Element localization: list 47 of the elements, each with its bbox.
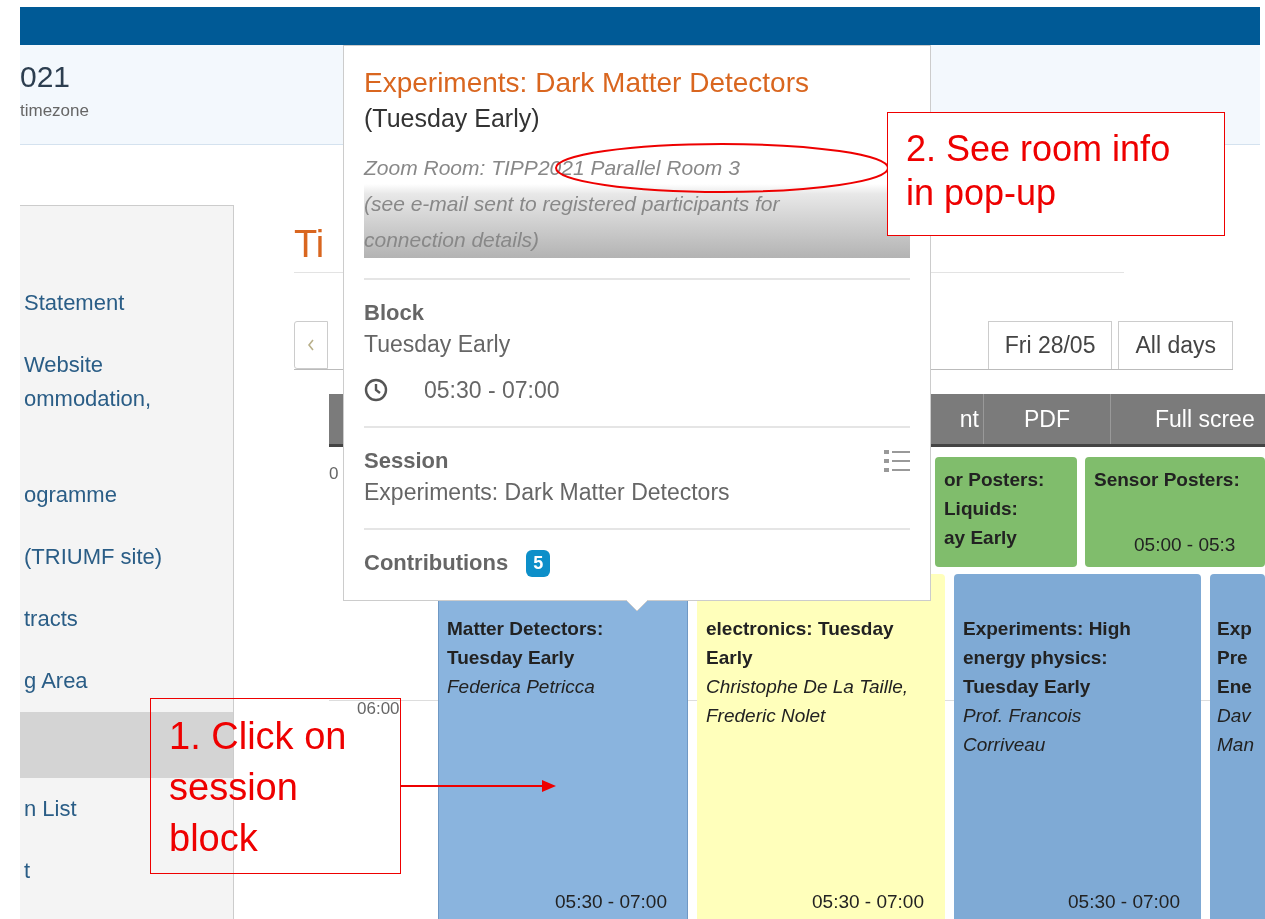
block-title: Exp Pre Ene: [1217, 617, 1253, 699]
poster-session-block[interactable]: Sensor Posters: 05:00 - 05:3: [1085, 457, 1265, 567]
block-title: Matter Detectors: Tuesday Early: [447, 617, 605, 670]
contributions-label: Contributions: [364, 549, 509, 577]
previous-day-button[interactable]: [294, 321, 328, 369]
clock-icon: [364, 378, 388, 402]
time-label: 06:00: [357, 699, 400, 719]
day-tab[interactable]: All days: [1118, 321, 1233, 369]
toolbar-button[interactable]: PDF: [983, 394, 1110, 444]
sidebar-item[interactable]: Statement: [20, 272, 233, 334]
sidebar-item[interactable]: (TRIUMF site): [20, 526, 233, 588]
block-title: or Posters: Liquids: ay Early: [944, 468, 1046, 550]
timezone-label: timezone: [20, 101, 89, 121]
time-label: 0: [329, 464, 339, 484]
block-time: 05:00 - 05:3: [1134, 533, 1236, 557]
sidebar-item[interactable]: tracts: [20, 588, 233, 650]
block-title: electronics: Tuesday Early: [706, 617, 895, 670]
toolbar-button[interactable]: nt: [935, 394, 983, 444]
toolbar-button[interactable]: Full scree: [1110, 394, 1265, 444]
popup-title: Experiments: Dark Matter Detectors: [364, 66, 811, 100]
block-time: 05:30 - 07:00: [555, 890, 668, 914]
session-block[interactable]: electronics: Tuesday Early Christophe De La Taille, Frederic Nolet 05:30 - 07:00: [697, 574, 945, 919]
block-speaker: Christophe De La Taille, Frederic Nolet: [706, 675, 910, 728]
block-title: Sensor Posters:: [1094, 468, 1241, 492]
poster-session-block[interactable]: or Posters: Liquids: ay Early: [935, 457, 1077, 567]
session-value: Experiments: Dark Matter Detectors: [364, 478, 731, 507]
sidebar-item[interactable]: Website ommodation,: [20, 334, 233, 464]
block-time-range: 05:30 - 07:00: [424, 376, 560, 405]
block-title: Experiments: High energy physics: Tuesday Early: [963, 617, 1132, 699]
popup-subtitle: (Tuesday Early): [364, 103, 541, 134]
block-time: 05:30 - 07:00: [1068, 890, 1181, 914]
block-value: Tuesday Early: [364, 330, 512, 359]
block-speaker: Dav Man: [1217, 704, 1255, 757]
sidebar-item[interactable]: ogramme: [20, 464, 233, 526]
event-title: 021: [20, 59, 71, 95]
count-badge: 5: [526, 549, 551, 577]
block-speaker: Prof. Francois Corriveau: [963, 704, 1083, 757]
block-label: Block: [364, 299, 425, 327]
session-label: Session: [364, 447, 449, 475]
session-block[interactable]: Experiments: High energy physics: Tuesday Early Prof. Francois Corriveau 05:30 - 07:00: [954, 574, 1201, 919]
block-speaker: Federica Petricca: [447, 675, 596, 699]
day-tab[interactable]: Fri 28/05: [987, 321, 1113, 369]
sidebar-item[interactable]: g Area: [20, 650, 233, 712]
block-time: 05:30 - 07:00: [812, 890, 925, 914]
session-block[interactable]: Exp Pre Ene Dav Man: [1210, 574, 1265, 919]
chevron-left-icon: [306, 338, 316, 352]
list-icon[interactable]: [884, 449, 910, 473]
